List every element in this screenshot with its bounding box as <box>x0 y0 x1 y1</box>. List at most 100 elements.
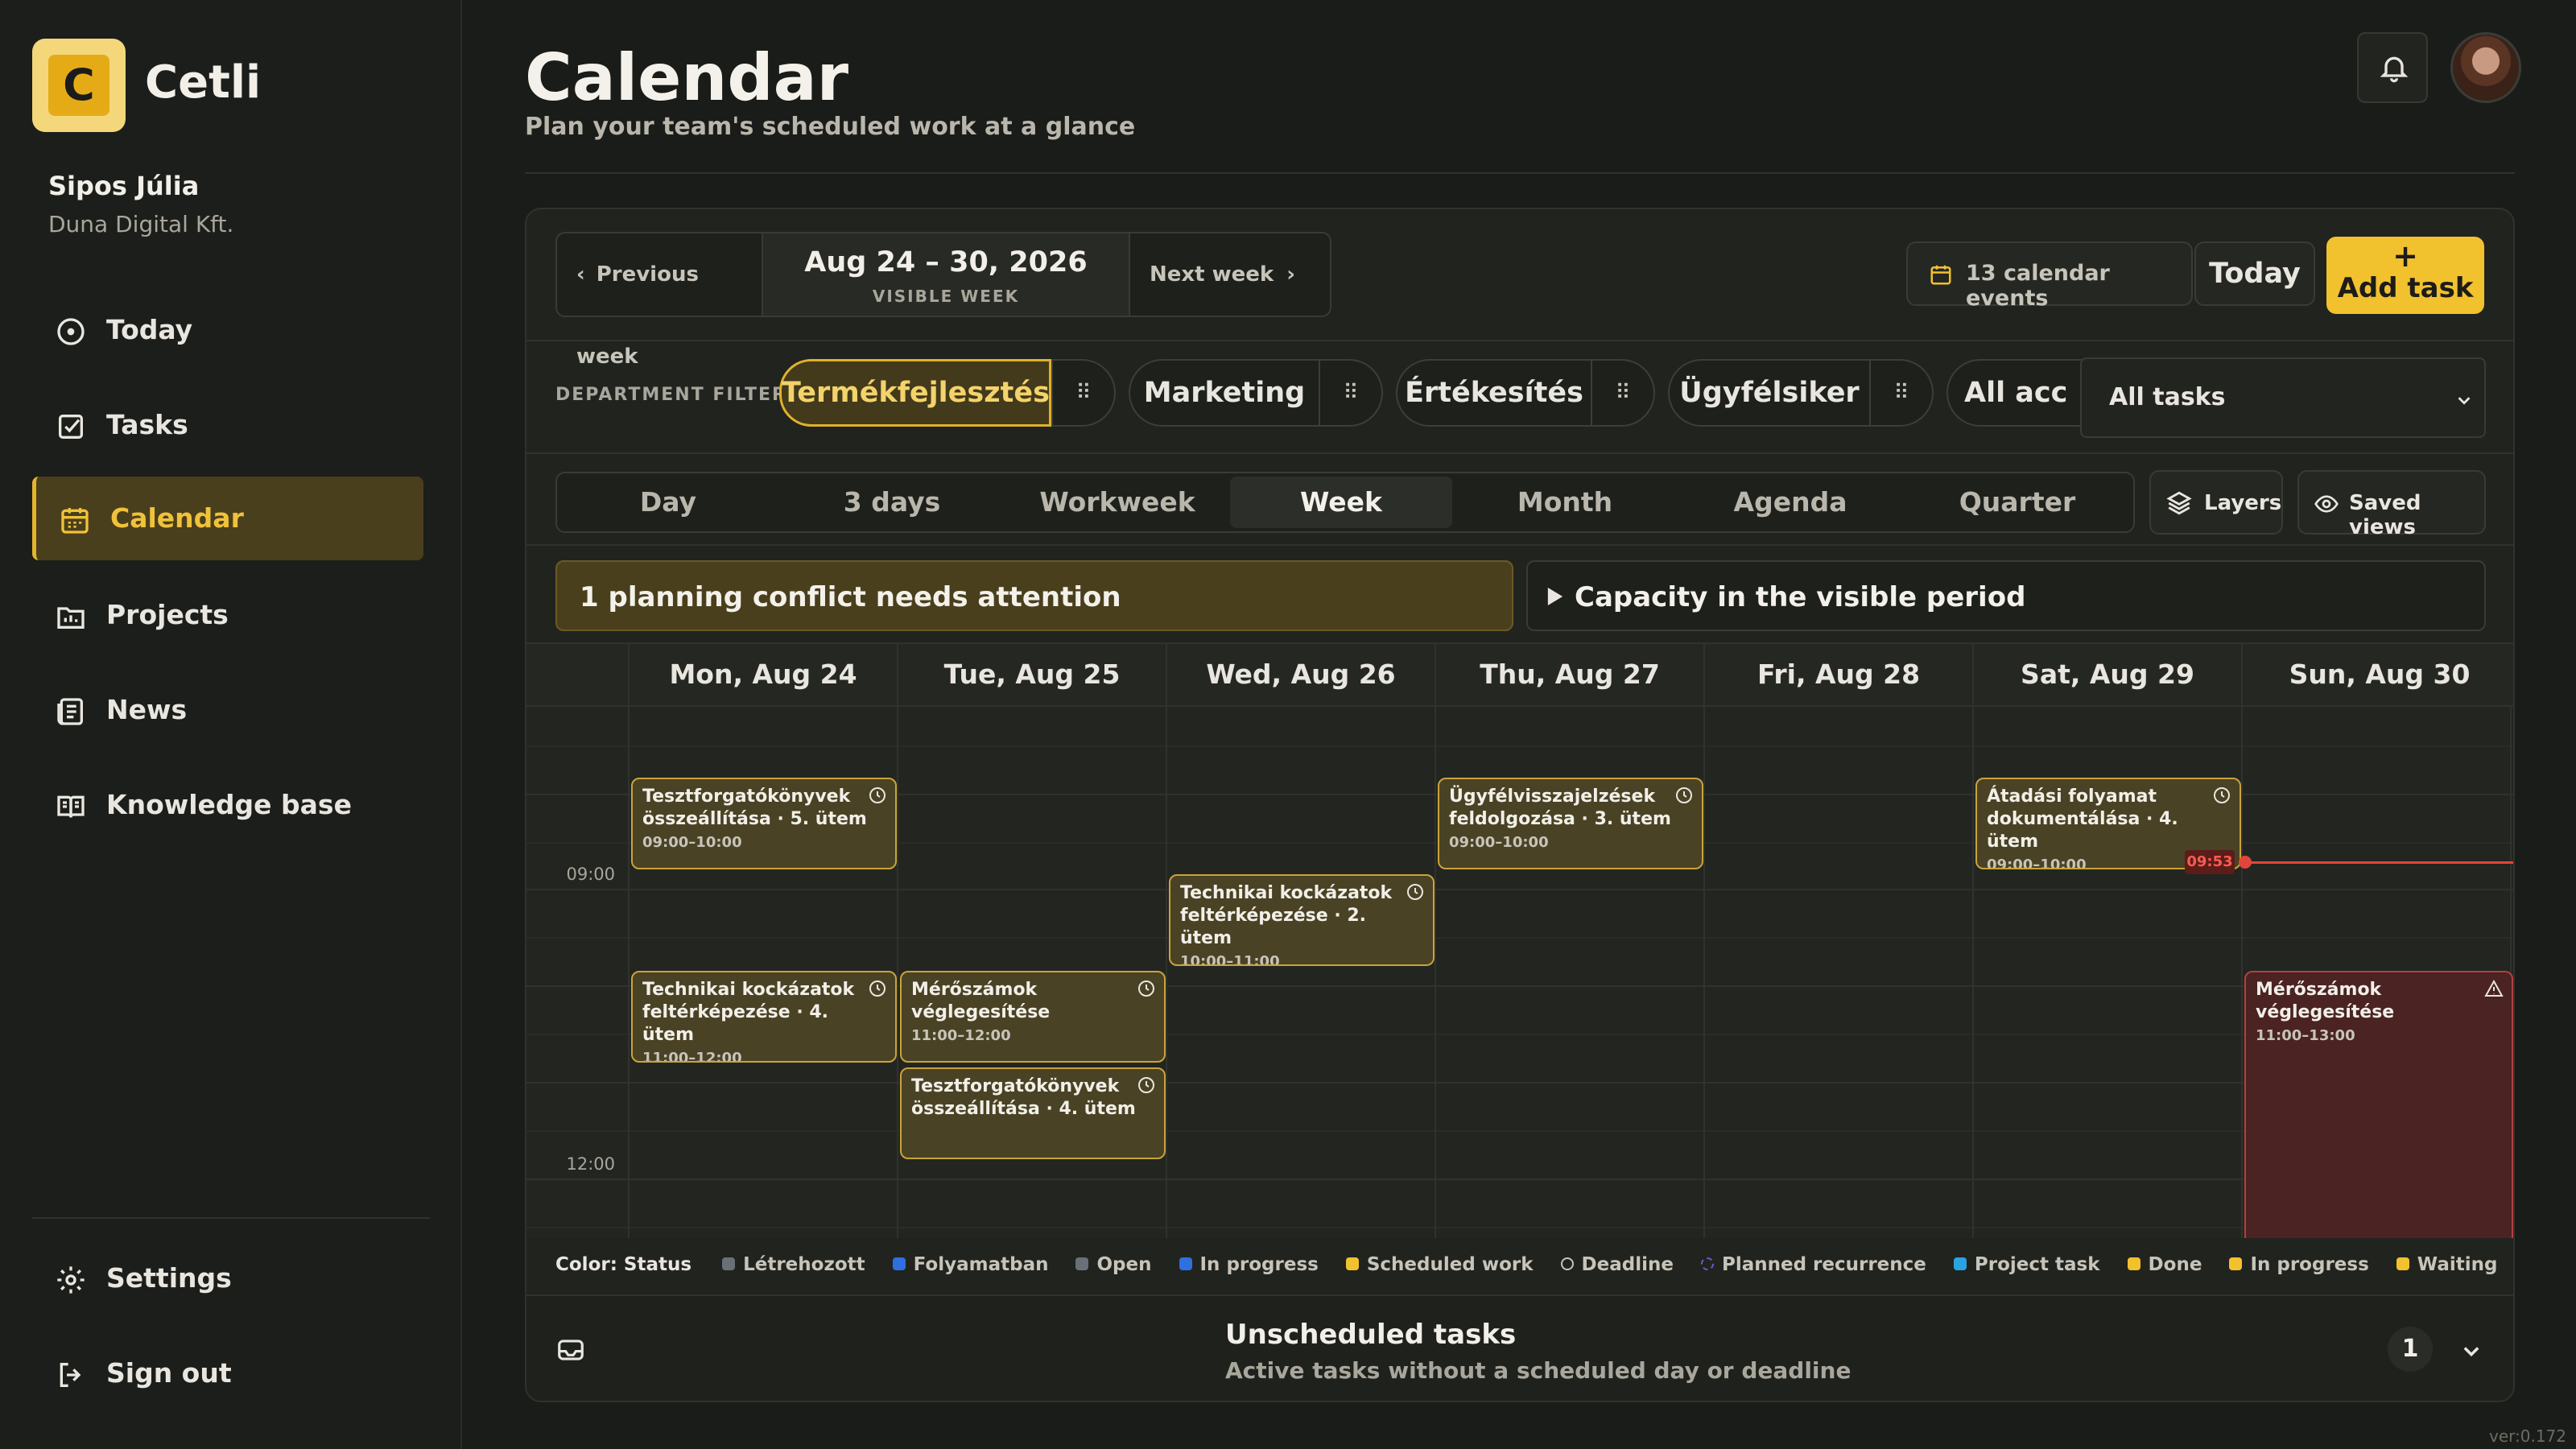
header-divider <box>525 172 2515 174</box>
tab-workweek[interactable]: Workweek <box>1005 473 1230 531</box>
avatar[interactable] <box>2450 32 2521 103</box>
capacity-disclosure[interactable]: Capacity in the visible period <box>1526 560 2486 631</box>
filter-chip-ugyfelsiker[interactable]: Ügyfélsiker ⠿ <box>1668 359 1934 427</box>
event-time: 09:00–10:00 <box>1449 834 1549 851</box>
chip-label: Ügyfélsiker <box>1679 377 1860 409</box>
drag-handle-icon[interactable]: ⠿ <box>1319 361 1381 425</box>
tab-month[interactable]: Month <box>1452 473 1678 531</box>
calendar-event[interactable]: Technikai kockázatok feltérképezése · 2.… <box>1169 874 1435 966</box>
current-time-line <box>2245 861 2513 864</box>
legend-label: Done <box>2148 1254 2202 1275</box>
drag-handle-icon[interactable]: ⠿ <box>1051 361 1114 425</box>
planning-conflict-alert[interactable]: 1 planning conflict needs attention <box>555 560 1513 631</box>
legend-item: In progress <box>1179 1254 1319 1275</box>
nav-item-knowledge-base[interactable]: Knowledge base <box>32 763 423 847</box>
current-time-label: 09:53 <box>2185 850 2235 874</box>
legend-label: Scheduled work <box>1366 1254 1534 1275</box>
calendar-event[interactable]: Technikai kockázatok feltérképezése · 4.… <box>631 971 897 1063</box>
saved-views-button[interactable]: Saved views <box>2297 470 2486 539</box>
filter-chip-ertekesites[interactable]: Értékesítés ⠿ <box>1396 359 1655 427</box>
week-range-label: VISIBLE WEEK <box>872 287 1020 306</box>
nav-item-tasks[interactable]: Tasks <box>32 383 423 467</box>
tab-day[interactable]: Day <box>557 473 779 531</box>
clock-icon <box>1138 980 1154 997</box>
legend-item: Project task <box>1953 1254 2100 1275</box>
calendar-event-conflict[interactable]: Mérőszámok véglegesítése 11:00–13:00 <box>2244 971 2513 1238</box>
day-header[interactable]: Thu, Aug 27 <box>1435 644 1703 705</box>
chip-label: Marketing <box>1143 377 1306 409</box>
clock-icon <box>1560 1257 1574 1270</box>
view-switcher: Day 3 days Workweek Week Month Agenda Qu… <box>555 472 2135 533</box>
layers-button[interactable]: Layers <box>2149 470 2283 535</box>
calendar-event[interactable]: Ügyfélvisszajelzések feldolgozása · 3. ü… <box>1438 778 1703 869</box>
nav-item-calendar[interactable]: Calendar <box>32 477 423 560</box>
warning-icon <box>2484 979 2504 997</box>
legend-item: Létrehozott <box>722 1254 865 1275</box>
calendar-event[interactable]: Mérőszámok véglegesítése 11:00–12:00 <box>900 971 1166 1063</box>
logo-letter: C <box>48 55 109 116</box>
day-header[interactable]: Tue, Aug 25 <box>897 644 1166 705</box>
filter-chip-all-accounts[interactable]: All acc <box>1946 359 2091 427</box>
next-week-button[interactable]: Next week › <box>1150 233 1327 316</box>
notifications-button[interactable] <box>2357 32 2428 103</box>
event-title: Tesztforgatókönyvek összeállítása · 5. ü… <box>642 786 867 829</box>
tab-quarter[interactable]: Quarter <box>1903 473 2132 531</box>
calendar-icon <box>61 508 89 534</box>
legend-item: Planned recurrence <box>1700 1254 1926 1275</box>
time-label: 12:00 <box>566 1154 615 1174</box>
grid-column-line <box>1703 644 1705 1238</box>
previous-week-button[interactable]: ‹ Previous week <box>576 233 762 369</box>
legend-label: Folyamatban <box>913 1254 1049 1275</box>
newspaper-icon <box>57 698 84 725</box>
tab-3-days[interactable]: 3 days <box>779 473 1005 531</box>
clock-icon <box>57 318 85 345</box>
tab-week[interactable]: Week <box>1230 477 1452 528</box>
app-logo[interactable]: C <box>32 39 126 132</box>
nav-item-today[interactable]: Today <box>32 288 423 372</box>
legend-swatch <box>1345 1257 1359 1270</box>
drag-handle-icon[interactable]: ⠿ <box>1591 361 1653 425</box>
legend-swatch <box>2396 1257 2409 1270</box>
legend-label: Waiting <box>2417 1254 2498 1275</box>
task-scope-select[interactable]: All tasks <box>2080 357 2486 438</box>
chevron-left-icon: ‹ <box>576 262 585 287</box>
day-header[interactable]: Mon, Aug 24 <box>628 644 897 705</box>
legend-label: Project task <box>1974 1254 2100 1275</box>
calendar-events-button[interactable]: 13 calendar events <box>1906 242 2193 311</box>
grid-line <box>526 705 2513 707</box>
nav-item-projects[interactable]: Projects <box>32 573 423 657</box>
add-task-button[interactable]: + Add task <box>2326 237 2484 314</box>
calendar-event[interactable]: Tesztforgatókönyvek összeállítása · 4. ü… <box>900 1067 1166 1159</box>
brand-name: Cetli <box>145 56 262 109</box>
calendar-event[interactable]: Tesztforgatókönyvek összeállítása · 5. ü… <box>631 778 897 869</box>
nav-item-sign-out[interactable]: Sign out <box>32 1331 423 1415</box>
day-header[interactable]: Wed, Aug 26 <box>1166 644 1435 705</box>
grid-column-line <box>1166 644 1167 1238</box>
nav-item-news[interactable]: News <box>32 668 423 752</box>
legend-label: In progress <box>1199 1254 1319 1275</box>
day-header[interactable]: Fri, Aug 28 <box>1703 644 1972 705</box>
unscheduled-tasks-panel[interactable]: Unscheduled tasks Active tasks without a… <box>526 1294 2513 1401</box>
grid-column-line <box>628 644 630 1238</box>
grid-column-line <box>1435 644 1436 1238</box>
filter-chip-termekfejlesztes[interactable]: Termékfejlesztés ⠿ <box>779 359 1116 427</box>
visible-week: Aug 24 – 30, 2026 VISIBLE WEEK <box>762 233 1130 316</box>
today-button[interactable]: Today <box>2194 242 2315 306</box>
chip-label: All acc <box>1964 377 2068 409</box>
legend-item: Waiting <box>2396 1254 2498 1275</box>
day-header[interactable]: Sat, Aug 29 <box>1972 644 2241 705</box>
filter-chip-marketing[interactable]: Marketing ⠿ <box>1129 359 1383 427</box>
clock-icon <box>1138 1077 1154 1093</box>
tab-agenda[interactable]: Agenda <box>1678 473 1903 531</box>
chevron-down-icon[interactable] <box>2460 1340 2483 1362</box>
divider <box>526 544 2513 546</box>
nav-item-settings[interactable]: Settings <box>32 1236 423 1320</box>
drag-handle-icon[interactable]: ⠿ <box>1869 361 1932 425</box>
chevron-down-icon <box>2458 397 2471 405</box>
day-header[interactable]: Sun, Aug 30 <box>2241 644 2513 705</box>
conflict-text: 1 planning conflict needs attention <box>580 581 1121 613</box>
legend-swatch <box>1075 1257 1089 1270</box>
week-grid: Mon, Aug 24 Tue, Aug 25 Wed, Aug 26 Thu,… <box>526 644 2513 1238</box>
event-time: 09:00–10:00 <box>642 834 742 851</box>
user-name: Sipos Júlia <box>48 171 200 201</box>
